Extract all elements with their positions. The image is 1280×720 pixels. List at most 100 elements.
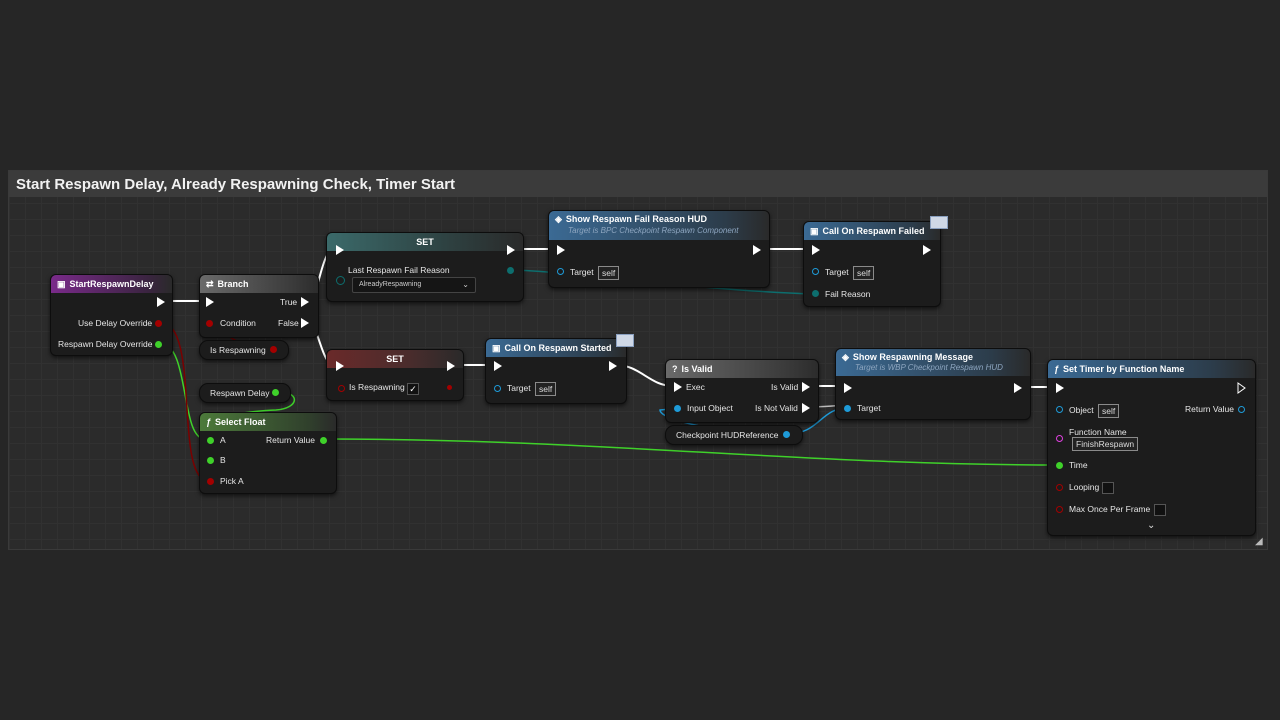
node-show-fail-hud[interactable]: ◈ Show Respawn Fail Reason HUD Target is … (548, 210, 770, 288)
var-is-respawning[interactable]: Is Respawning (199, 340, 289, 360)
node-set-fail-reason[interactable]: SET Last Respawn Fail Reason AlreadyResp… (326, 232, 524, 302)
event-icon: ▣ (492, 342, 501, 353)
var-label: Checkpoint HUDReference (676, 430, 779, 440)
pin-label: False (278, 318, 299, 328)
node-header[interactable]: ⇄ Branch (200, 275, 318, 293)
exec-out-pin[interactable] (447, 361, 455, 371)
pin-label: Fail Reason (825, 289, 871, 299)
enum-out-pin[interactable] (507, 267, 514, 274)
bool-pin[interactable] (1056, 506, 1063, 513)
exec-out-pin[interactable] (609, 361, 617, 371)
field-value: self (539, 384, 553, 394)
node-title: Show Respawning Message (852, 352, 973, 362)
field-value: self (857, 268, 871, 278)
node-start-respawn-delay[interactable]: ▣ StartRespawnDelay Use Delay Override Re… (50, 274, 173, 356)
node-set-timer-by-function-name[interactable]: ƒ Set Timer by Function Name Object self … (1047, 359, 1256, 536)
question-icon: ? (672, 364, 678, 374)
object-pin[interactable] (812, 268, 819, 275)
float-pin[interactable] (155, 341, 162, 348)
bool-pin[interactable] (1056, 484, 1063, 491)
exec-in-pin[interactable] (336, 245, 344, 255)
field-value: self (1102, 406, 1116, 416)
max-once-checkbox[interactable] (1154, 504, 1166, 516)
bool-pin[interactable] (338, 385, 345, 392)
bool-pin[interactable] (206, 320, 213, 327)
node-is-valid[interactable]: ? Is Valid Exec Is Valid Input Object Is … (665, 359, 819, 423)
pin-label: Input Object (687, 403, 733, 413)
exec-in-pin[interactable] (812, 245, 820, 255)
object-pin[interactable] (1056, 406, 1063, 413)
exec-out-pin[interactable] (1014, 383, 1022, 393)
target-field[interactable]: self (853, 266, 875, 280)
node-call-respawn-started[interactable]: ▣ Call On Respawn Started Target self (485, 334, 634, 404)
bool-pin[interactable] (207, 478, 214, 485)
node-header[interactable]: ▣ Call On Respawn Started (486, 339, 626, 357)
exec-in-pin[interactable] (336, 361, 344, 371)
exec-in-pin[interactable] (674, 382, 682, 392)
node-select-float[interactable]: ƒ Select Float A Return Value B Pick A (199, 412, 337, 494)
pin-label: Pick A (220, 476, 244, 486)
exec-in-pin[interactable] (206, 297, 214, 307)
comment-header[interactable]: Start Respawn Delay, Already Respawning … (9, 171, 1267, 197)
pin-label: Exec (686, 382, 705, 392)
node-call-respawn-failed[interactable]: ▣ Call On Respawn Failed Target self Fail… (803, 216, 948, 307)
exec-out-pin[interactable] (753, 245, 761, 255)
target-field[interactable]: self (598, 266, 620, 280)
bool-pin[interactable] (155, 320, 162, 327)
node-header[interactable]: ? Is Valid (666, 360, 818, 378)
var-respawn-delay[interactable]: Respawn Delay (199, 383, 291, 403)
exec-in-pin[interactable] (1056, 383, 1064, 393)
object-pin[interactable] (844, 405, 851, 412)
fail-reason-dropdown[interactable]: AlreadyRespawning ⌄ (352, 277, 476, 293)
exec-true-pin[interactable] (301, 297, 309, 307)
exec-out-pin[interactable] (923, 245, 931, 255)
node-header[interactable]: ƒ Select Float (200, 413, 336, 431)
object-pin[interactable] (783, 431, 790, 438)
node-title: Set Timer by Function Name (1063, 364, 1185, 374)
function-name-field[interactable]: FinishRespawn (1072, 437, 1139, 451)
float-pin[interactable] (272, 389, 279, 396)
string-pin[interactable] (1056, 435, 1063, 442)
exec-valid-pin[interactable] (802, 382, 810, 392)
enum-pin[interactable] (336, 276, 345, 285)
pin-label: Object (1069, 405, 1094, 415)
object-pin[interactable] (674, 405, 681, 412)
looping-checkbox[interactable] (1102, 482, 1114, 494)
is-respawning-checkbox[interactable]: ✓ (407, 383, 419, 395)
node-header[interactable]: SET (327, 233, 523, 251)
node-show-respawning-message[interactable]: ◈ Show Respawning Message Target is WBP C… (835, 348, 1031, 420)
exec-not-valid-pin[interactable] (802, 403, 810, 413)
float-pin[interactable] (207, 457, 214, 464)
node-branch[interactable]: ⇄ Branch True Condition False (199, 274, 319, 338)
var-checkpoint-hud-reference[interactable]: Checkpoint HUDReference (665, 425, 803, 445)
object-pin[interactable] (557, 268, 564, 275)
node-header[interactable]: ƒ Set Timer by Function Name (1048, 360, 1255, 378)
exec-out-pin[interactable] (157, 297, 165, 307)
bool-out-pin[interactable] (447, 385, 452, 390)
enum-pin[interactable] (812, 290, 819, 297)
float-pin[interactable] (207, 437, 214, 444)
node-set-is-respawning[interactable]: SET Is Respawning ✓ (326, 349, 464, 401)
function-icon: ƒ (1054, 364, 1060, 374)
exec-false-pin[interactable] (301, 318, 309, 328)
node-header[interactable]: SET (327, 350, 463, 368)
float-pin[interactable] (320, 437, 327, 444)
exec-in-pin[interactable] (844, 383, 852, 393)
pin-label: Time (1069, 460, 1088, 470)
target-field[interactable]: self (535, 382, 557, 396)
node-header[interactable]: ▣ StartRespawnDelay (51, 275, 172, 293)
bool-pin[interactable] (270, 346, 277, 353)
exec-in-pin[interactable] (494, 361, 502, 371)
object-pin[interactable] (494, 385, 501, 392)
exec-in-pin[interactable] (557, 245, 565, 255)
expand-chevron-icon[interactable]: ⌄ (1147, 520, 1155, 531)
resize-handle-icon[interactable]: ◢ (1255, 537, 1265, 547)
float-pin[interactable] (1056, 462, 1063, 469)
pin-label: Respawn Delay Override (58, 339, 153, 349)
exec-out-outline-icon (1237, 382, 1246, 394)
object-out-pin[interactable] (1238, 406, 1245, 413)
node-header[interactable]: ▣ Call On Respawn Failed (804, 222, 940, 240)
object-field[interactable]: self (1098, 404, 1120, 418)
node-title: SET (416, 237, 434, 247)
exec-out-pin[interactable] (507, 245, 515, 255)
